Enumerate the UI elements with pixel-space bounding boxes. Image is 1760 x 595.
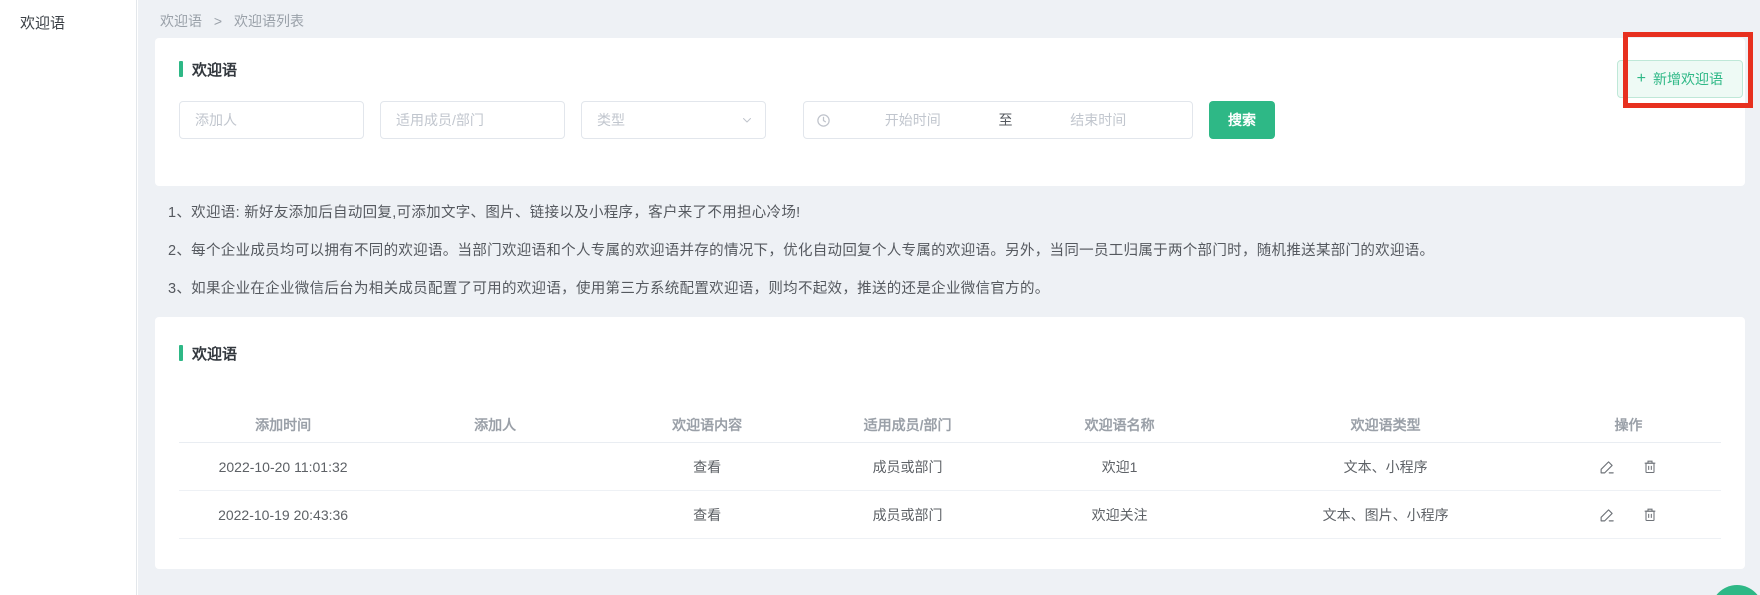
tips-list: 1、欢迎语: 新好友添加后自动回复,可添加文字、图片、链接以及小程序，客户来了不…	[155, 202, 1745, 300]
table-section-header: 欢迎语	[179, 343, 1721, 363]
tip-line-3: 3、如果企业在企业微信后台为相关成员配置了可用的欢迎语，使用第三方系统配置欢迎语…	[168, 278, 1745, 300]
table-card: 欢迎语 添加时间 添加人 欢迎语内容 适用成员/部门 欢迎语名称 欢迎语类型 操…	[155, 317, 1745, 569]
column-header-name: 欢迎语名称	[1004, 415, 1235, 435]
column-header-members: 适用成员/部门	[811, 415, 1004, 435]
delete-icon	[1642, 458, 1658, 475]
column-header-actions: 操作	[1536, 415, 1721, 435]
add-welcome-button[interactable]: + 新增欢迎语	[1617, 60, 1743, 98]
cell-welcome-name: 欢迎1	[1004, 457, 1235, 477]
search-button[interactable]: 搜索	[1209, 101, 1275, 139]
column-header-adder: 添加人	[387, 415, 603, 435]
edit-button[interactable]	[1599, 458, 1616, 475]
column-header-content: 欢迎语内容	[603, 415, 811, 435]
table-row: 2022-10-20 11:01:32 查看 成员或部门 欢迎1 文本、小程序	[179, 443, 1721, 491]
members-link[interactable]: 成员或部门	[811, 505, 1004, 525]
type-select[interactable]: 类型	[581, 101, 766, 139]
delete-button[interactable]	[1642, 458, 1658, 475]
sidebar: 欢迎语	[0, 0, 137, 595]
edit-button[interactable]	[1599, 506, 1616, 523]
cell-actions	[1536, 506, 1721, 523]
breadcrumb-separator: >	[214, 13, 222, 29]
tip-line-1: 1、欢迎语: 新好友添加后自动回复,可添加文字、图片、链接以及小程序，客户来了不…	[168, 202, 1745, 224]
clock-icon	[816, 113, 831, 128]
cell-actions	[1536, 458, 1721, 475]
breadcrumb-item-welcome-list: 欢迎语列表	[234, 13, 304, 29]
cell-welcome-name: 欢迎关注	[1004, 505, 1235, 525]
end-time-placeholder[interactable]: 结束时间	[1017, 110, 1181, 130]
view-content-link[interactable]: 查看	[603, 505, 811, 525]
view-content-link[interactable]: 查看	[603, 457, 811, 477]
welcome-table: 添加时间 添加人 欢迎语内容 适用成员/部门 欢迎语名称 欢迎语类型 操作 20…	[179, 407, 1721, 539]
start-time-placeholder[interactable]: 开始时间	[831, 110, 995, 130]
floating-action-button[interactable]	[1711, 585, 1760, 595]
sidebar-item-welcome[interactable]: 欢迎语	[0, 0, 136, 33]
delete-icon	[1642, 506, 1658, 523]
chevron-down-icon	[741, 114, 753, 126]
table-row: 2022-10-19 20:43:36 查看 成员或部门 欢迎关注 文本、图片、…	[179, 491, 1721, 539]
column-header-type: 欢迎语类型	[1235, 415, 1536, 435]
members-input[interactable]	[380, 101, 565, 139]
plus-icon: +	[1637, 70, 1646, 88]
adder-input[interactable]	[179, 101, 364, 139]
filter-card: 欢迎语 + 新增欢迎语 类型 开始时间 至 结束时间 搜	[155, 38, 1745, 186]
filter-row: 类型 开始时间 至 结束时间 搜索	[179, 101, 1721, 139]
add-welcome-button-label: 新增欢迎语	[1653, 69, 1723, 89]
section-accent-bar	[179, 345, 183, 361]
filter-section-header: 欢迎语	[179, 59, 1721, 79]
cell-added-time: 2022-10-19 20:43:36	[179, 507, 387, 523]
delete-button[interactable]	[1642, 506, 1658, 523]
table-header-row: 添加时间 添加人 欢迎语内容 适用成员/部门 欢迎语名称 欢迎语类型 操作	[179, 407, 1721, 443]
column-header-added-time: 添加时间	[179, 415, 387, 435]
range-separator-label: 至	[995, 110, 1017, 130]
app: { "sidebar": { "item_welcome": "欢迎语" }, …	[0, 0, 1760, 595]
cell-welcome-type: 文本、图片、小程序	[1235, 505, 1536, 525]
table-section-title: 欢迎语	[192, 343, 237, 364]
date-range-picker[interactable]: 开始时间 至 结束时间	[803, 101, 1193, 139]
filter-section-title: 欢迎语	[192, 59, 237, 80]
cell-added-time: 2022-10-20 11:01:32	[179, 459, 387, 475]
breadcrumb: 欢迎语 > 欢迎语列表	[138, 0, 1760, 31]
members-link[interactable]: 成员或部门	[811, 457, 1004, 477]
type-select-placeholder: 类型	[597, 110, 625, 130]
cell-welcome-type: 文本、小程序	[1235, 457, 1536, 477]
section-accent-bar	[179, 61, 183, 77]
tip-line-2: 2、每个企业成员均可以拥有不同的欢迎语。当部门欢迎语和个人专属的欢迎语并存的情况…	[168, 240, 1745, 262]
edit-icon	[1599, 458, 1616, 475]
breadcrumb-item-welcome[interactable]: 欢迎语	[160, 13, 202, 29]
edit-icon	[1599, 506, 1616, 523]
main-content: 欢迎语 > 欢迎语列表 欢迎语 + 新增欢迎语 类型	[138, 0, 1760, 595]
